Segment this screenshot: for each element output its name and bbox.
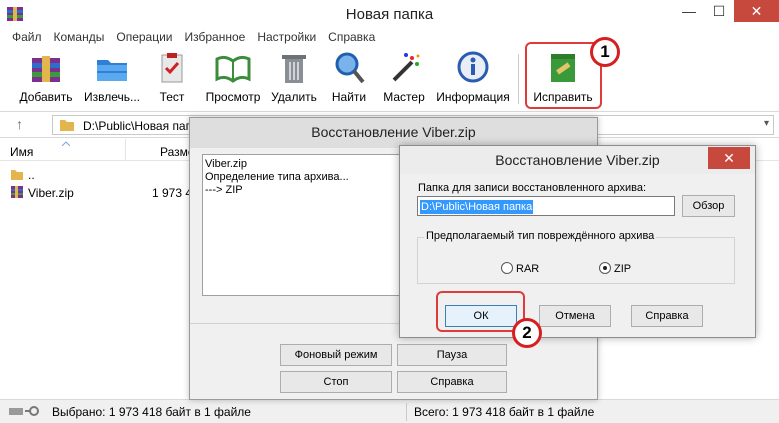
title-bar: Новая папка — ☐ ✕ xyxy=(0,0,779,28)
trash-can-icon xyxy=(282,55,306,83)
menu-favorites[interactable]: Избранное xyxy=(179,28,252,46)
menu-file[interactable]: Файл xyxy=(6,28,48,46)
drive-key-icon[interactable] xyxy=(8,405,44,417)
menu-commands[interactable]: Команды xyxy=(48,28,111,46)
close-icon[interactable]: ✕ xyxy=(708,147,750,169)
radio-rar[interactable]: RAR xyxy=(501,262,539,275)
archive-type-group: Предполагаемый тип повреждённого архива … xyxy=(417,230,735,284)
folder-icon xyxy=(97,60,127,81)
step-badge-2: 2 xyxy=(512,318,542,348)
maximize-button[interactable]: ☐ xyxy=(704,0,734,22)
pause-button[interactable]: Пауза xyxy=(397,344,507,366)
wizard-button[interactable]: Мастер xyxy=(380,48,428,110)
column-name[interactable]: Имя xyxy=(10,145,33,159)
archive-books-icon xyxy=(32,56,60,82)
repair-dialog-title: Восстановление Viber.zip xyxy=(400,146,755,174)
radio-rar-circle[interactable] xyxy=(501,262,513,274)
status-divider xyxy=(406,403,407,421)
step-badge-1: 1 xyxy=(590,37,620,67)
menu-help[interactable]: Справка xyxy=(322,28,381,46)
folder-icon xyxy=(60,120,74,131)
info-button[interactable]: Информация xyxy=(434,48,512,110)
toolbar-separator xyxy=(518,54,519,104)
extract-button[interactable]: Извлечь... xyxy=(82,48,142,110)
cancel-button[interactable]: Отмена xyxy=(539,305,611,327)
info-icon xyxy=(457,51,489,83)
view-button[interactable]: Просмотр xyxy=(202,48,264,110)
browse-button[interactable]: Обзор xyxy=(682,195,735,217)
magic-wand-icon xyxy=(392,53,420,82)
menu-bar: Файл Команды Операции Избранное Настройк… xyxy=(0,28,779,46)
clipboard-check-icon xyxy=(161,53,183,83)
status-selected: Выбрано: 1 973 418 байт в 1 файле xyxy=(52,405,251,419)
radio-zip[interactable]: ZIP xyxy=(599,262,631,275)
radio-zip-circle[interactable] xyxy=(599,262,611,274)
open-book-icon xyxy=(215,55,251,83)
minimize-button[interactable]: — xyxy=(674,0,704,22)
archive-file-icon xyxy=(11,186,23,198)
column-divider[interactable] xyxy=(125,139,126,161)
status-total: Всего: 1 973 418 байт в 1 файле xyxy=(414,405,595,419)
ok-highlight xyxy=(436,291,525,332)
add-button[interactable]: Добавить xyxy=(14,48,78,110)
progress-dialog-title: Восстановление Viber.zip xyxy=(190,118,597,148)
toolbar: Добавить Извлечь... Тест Просмотр Удалит… xyxy=(0,46,779,112)
stop-button[interactable]: Стоп xyxy=(280,371,392,393)
repair-help-button[interactable]: Справка xyxy=(631,305,703,327)
close-button[interactable]: ✕ xyxy=(734,0,779,22)
parent-folder-icon xyxy=(11,170,23,180)
up-arrow-icon[interactable]: ↑ xyxy=(16,116,23,132)
menu-operations[interactable]: Операции xyxy=(110,28,178,46)
destination-folder-label: Папка для записи восстановленного архива… xyxy=(418,182,647,194)
address-path: D:\Public\Новая папка xyxy=(83,119,205,133)
status-bar: Выбрано: 1 973 418 байт в 1 файле Всего:… xyxy=(0,399,779,423)
progress-help-button[interactable]: Справка xyxy=(397,371,507,393)
delete-button[interactable]: Удалить xyxy=(268,48,320,110)
destination-folder-input[interactable]: D:\Public\Новая папка xyxy=(417,196,675,216)
find-button[interactable]: Найти xyxy=(328,48,370,110)
archive-type-group-title: Предполагаемый тип повреждённого архива xyxy=(424,230,657,242)
window-title: Новая папка xyxy=(345,6,434,23)
background-mode-button[interactable]: Фоновый режим xyxy=(280,344,392,366)
magnifier-icon xyxy=(335,52,365,84)
chevron-down-icon[interactable]: ▾ xyxy=(764,118,769,129)
test-button[interactable]: Тест xyxy=(150,48,194,110)
sort-arrow-icon xyxy=(62,141,70,146)
menu-settings[interactable]: Настройки xyxy=(251,28,322,46)
